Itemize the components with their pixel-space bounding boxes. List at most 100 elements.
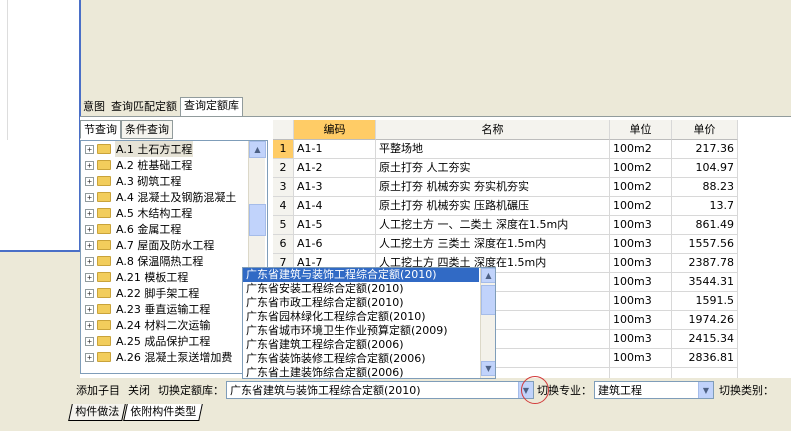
add-child-button[interactable]: 添加子目 xyxy=(76,382,120,398)
switch-library-value: 广东省建筑与装饰工程综合定额(2010) xyxy=(230,384,421,397)
cell-unit: 100m3 xyxy=(610,330,672,349)
tree-item[interactable]: + A.25 成品保护工程 xyxy=(81,333,267,349)
table-row[interactable]: 6 A1-6 人工挖土方 三类土 深度在1.5m内 100m3 1557.56 xyxy=(273,235,738,254)
grid-header: 编码 名称 单位 单价 xyxy=(273,120,738,140)
tree-item[interactable]: + A.7 屋面及防水工程 xyxy=(81,237,267,253)
expand-icon[interactable]: + xyxy=(85,256,94,266)
folder-icon xyxy=(97,320,111,330)
header-price[interactable]: 单价 xyxy=(672,120,738,140)
tree-item[interactable]: + A.2 桩基础工程 xyxy=(81,157,267,173)
scroll-thumb[interactable] xyxy=(249,204,266,236)
cell-unit: 100m3 xyxy=(610,292,672,311)
table-row[interactable]: 4 A1-4 原土打夯 机械夯实 压路机碾压 100m2 13.7 xyxy=(273,197,738,216)
bottom-tab-bar: 构件做法 依附构件类型 xyxy=(68,404,203,422)
header-name[interactable]: 名称 xyxy=(376,120,610,140)
grid-empty-area xyxy=(738,120,791,378)
tree-item[interactable]: + A.5 木结构工程 xyxy=(81,205,267,221)
tab-query-quota-library[interactable]: 查询定额库 xyxy=(180,97,243,116)
row-number: 3 xyxy=(273,178,294,197)
header-code[interactable]: 编码 xyxy=(294,120,376,140)
window-inner-column xyxy=(0,0,8,140)
cell-unit: 100m3 xyxy=(610,216,672,235)
header-unit[interactable]: 单位 xyxy=(610,120,672,140)
expand-icon[interactable]: + xyxy=(85,272,94,282)
cell-price: 1974.26 xyxy=(672,311,738,330)
cell-price: 104.97 xyxy=(672,159,738,178)
expand-icon[interactable]: + xyxy=(85,160,94,170)
cell-name: 原土打夯 人工夯实 xyxy=(376,159,610,178)
switch-major-combo[interactable]: 建筑工程 ▼ xyxy=(594,381,714,399)
cell-unit xyxy=(610,368,672,378)
floating-window xyxy=(0,0,81,252)
table-row[interactable]: 3 A1-3 原土打夯 机械夯实 夯实机夯实 100m2 88.23 xyxy=(273,178,738,197)
row-number: 2 xyxy=(273,159,294,178)
tab-label: 构件做法 xyxy=(75,405,120,418)
expand-icon[interactable]: + xyxy=(85,192,94,202)
tree-item[interactable]: + A.24 材料二次运输 xyxy=(81,317,267,333)
cell-unit: 100m2 xyxy=(610,159,672,178)
cell-price: 88.23 xyxy=(672,178,738,197)
table-row[interactable]: 2 A1-2 原土打夯 人工夯实 100m2 104.97 xyxy=(273,159,738,178)
close-button[interactable]: 关闭 xyxy=(128,382,150,398)
tab-attached-component-type[interactable]: 依附构件类型 xyxy=(123,404,203,421)
expand-icon[interactable]: + xyxy=(85,304,94,314)
chapter-tree: + A.1 土石方工程 + A.2 桩基础工程 + A.3 砌筑工程 + A.4 混凝土及钢筋… xyxy=(80,140,268,374)
expand-icon[interactable]: + xyxy=(85,320,94,330)
folder-icon xyxy=(97,304,111,314)
scroll-thumb[interactable] xyxy=(481,285,495,315)
top-tab-bar: 意图 查询匹配定额 查询定额库 xyxy=(80,97,243,116)
chevron-down-icon[interactable]: ▼ xyxy=(518,382,533,398)
expand-icon[interactable]: + xyxy=(85,176,94,186)
dropdown-option[interactable]: 广东省市政工程综合定额(2010) xyxy=(243,296,479,310)
expand-icon[interactable]: + xyxy=(85,336,94,346)
cell-code: A1-5 xyxy=(294,216,376,235)
tab-query-matched-quota[interactable]: 查询匹配定额 xyxy=(108,99,180,116)
dropdown-option[interactable]: 广东省装饰装修工程综合定额(2006) xyxy=(243,352,479,366)
cell-price: 13.7 xyxy=(672,197,738,216)
query-subtabs: 节查询 条件查询 xyxy=(80,120,173,140)
tree-item-label: A.6 金属工程 xyxy=(116,223,182,236)
tree-item[interactable]: + A.1 土石方工程 xyxy=(81,141,267,157)
scroll-up-icon[interactable]: ▲ xyxy=(481,268,495,283)
cell-unit: 100m2 xyxy=(610,140,672,159)
switch-major-label: 切换专业： xyxy=(537,384,592,397)
quota-library-dropdown-list[interactable]: 广东省建筑与装饰工程综合定额(2010) 广东省安装工程综合定额(2010) 广东省… xyxy=(242,267,496,379)
switch-library-combo[interactable]: 广东省建筑与装饰工程综合定额(2010) ▼ xyxy=(226,381,534,399)
scroll-up-icon[interactable]: ▲ xyxy=(249,141,266,158)
tree-item[interactable]: + A.26 混凝土泵送增加费 xyxy=(81,349,267,365)
tab-condition-query[interactable]: 条件查询 xyxy=(121,120,173,139)
tree-item[interactable]: + A.22 脚手架工程 xyxy=(81,285,267,301)
dropdown-option[interactable]: 广东省建筑工程综合定额(2006) xyxy=(243,338,479,352)
dropdown-option[interactable]: 广东省建筑与装饰工程综合定额(2010) xyxy=(243,268,479,282)
expand-icon[interactable]: + xyxy=(85,240,94,250)
tree-item[interactable]: + A.3 砌筑工程 xyxy=(81,173,267,189)
cell-code: A1-4 xyxy=(294,197,376,216)
scroll-down-icon[interactable]: ▼ xyxy=(481,361,495,376)
dropdown-option[interactable]: 广东省安装工程综合定额(2010) xyxy=(243,282,479,296)
tree-item[interactable]: + A.8 保温隔热工程 xyxy=(81,253,267,269)
tab-schematic[interactable]: 意图 xyxy=(80,99,108,116)
tab-chapter-query[interactable]: 节查询 xyxy=(80,120,121,139)
cell-price: 217.36 xyxy=(672,140,738,159)
tree-item[interactable]: + A.23 垂直运输工程 xyxy=(81,301,267,317)
tree-item[interactable]: + A.6 金属工程 xyxy=(81,221,267,237)
header-rownum xyxy=(273,120,294,140)
tree-item-label: A.8 保温隔热工程 xyxy=(116,255,204,268)
table-row[interactable]: 1 A1-1 平整场地 100m2 217.36 xyxy=(273,140,738,159)
chevron-down-icon[interactable]: ▼ xyxy=(698,382,713,398)
expand-icon[interactable]: + xyxy=(85,352,94,362)
dropdown-option[interactable]: 广东省城市环境卫生作业预算定额(2009) xyxy=(243,324,479,338)
tab-component-method[interactable]: 构件做法 xyxy=(68,404,126,421)
dropdown-option[interactable]: 广东省园林绿化工程综合定额(2010) xyxy=(243,310,479,324)
bottom-toolbar: 添加子目 关闭 切换定额库： 广东省建筑与装饰工程综合定额(2010) ▼ 切换… xyxy=(70,379,791,401)
cell-unit: 100m3 xyxy=(610,254,672,273)
tree-item[interactable]: + A.4 混凝土及钢筋混凝土 xyxy=(81,189,267,205)
dropdown-scrollbar[interactable]: ▲ ▼ xyxy=(480,268,495,378)
expand-icon[interactable]: + xyxy=(85,288,94,298)
expand-icon[interactable]: + xyxy=(85,144,94,154)
table-row[interactable]: 5 A1-5 人工挖土方 一、二类土 深度在1.5m内 100m3 861.49 xyxy=(273,216,738,235)
expand-icon[interactable]: + xyxy=(85,208,94,218)
dropdown-option[interactable]: 广东省土建装饰综合定额(2006) xyxy=(243,366,479,378)
tree-item[interactable]: + A.21 模板工程 xyxy=(81,269,267,285)
expand-icon[interactable]: + xyxy=(85,224,94,234)
